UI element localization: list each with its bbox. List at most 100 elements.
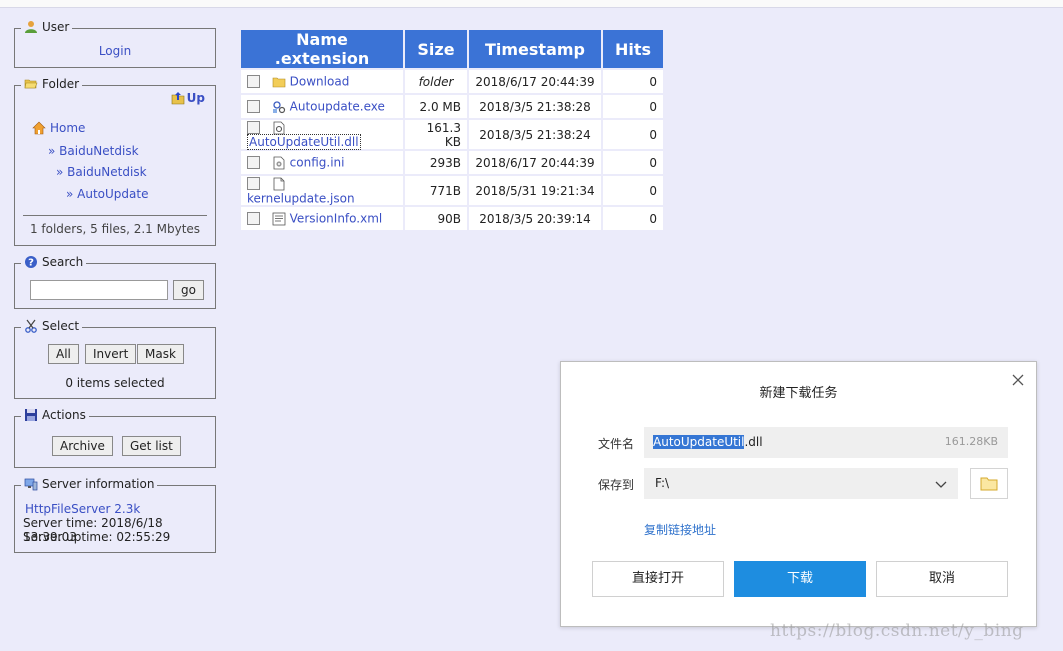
save-location-dropdown[interactable]: F:\	[644, 468, 958, 499]
filename-extension: .dll	[744, 435, 763, 449]
file-name-link[interactable]: AutoUpdateUtil.dll	[247, 134, 361, 150]
save-location-value: F:\	[655, 476, 670, 490]
actions-title-label: Actions	[42, 408, 86, 422]
save-to-label: 保存到	[598, 478, 635, 492]
name-cell: VersionInfo.xml	[241, 207, 403, 230]
column-header-size[interactable]: Size	[405, 30, 467, 68]
timestamp-cell: 2018/5/31 19:21:34	[469, 176, 601, 205]
svg-text:?: ?	[28, 258, 34, 269]
server-title-label: Server information	[42, 477, 155, 491]
file-name-link[interactable]: config.ini	[290, 156, 345, 170]
get-list-button[interactable]: Get list	[122, 436, 181, 456]
table-row: Autoupdate.exe 2.0 MB 2018/3/5 21:38:28 …	[241, 95, 663, 118]
chevron-down-icon	[935, 481, 947, 488]
home-label: Home	[50, 121, 86, 135]
open-directly-button[interactable]: 直接打开	[592, 561, 724, 597]
server-name-link[interactable]: HttpFileServer 2.3k	[25, 502, 140, 516]
csdn-watermark: https://blog.csdn.net/y_bing	[770, 621, 1024, 641]
folder-panel: Folder Up Home » BaiduNetdisk » BaiduNet…	[14, 76, 216, 246]
column-header-hits[interactable]: Hits	[603, 30, 663, 68]
filename-input[interactable]: AutoUpdateUtil.dll 161.28KB	[644, 427, 1008, 458]
timestamp-cell: 2018/3/5 21:38:24	[469, 120, 601, 149]
select-title-label: Select	[42, 319, 80, 333]
home-icon	[32, 121, 46, 135]
mask-button[interactable]: Mask	[137, 344, 184, 364]
row-checkbox[interactable]	[247, 177, 260, 190]
path-item-autoupdate[interactable]: » AutoUpdate	[66, 187, 148, 201]
user-title-label: User	[42, 20, 70, 34]
search-input[interactable]	[30, 280, 168, 300]
login-link[interactable]: Login	[99, 44, 131, 58]
size-value: folder	[418, 74, 454, 89]
name-cell: AutoUpdateUtil.dll	[241, 120, 403, 150]
ini-settings-icon	[273, 156, 285, 170]
search-panel-title: ? Search	[21, 254, 87, 270]
row-checkbox[interactable]	[247, 121, 260, 134]
row-checkbox[interactable]	[247, 75, 260, 89]
home-link[interactable]: Home	[32, 121, 85, 135]
file-name-link[interactable]: kernelupdate.json	[247, 191, 355, 205]
select-all-button[interactable]: All	[48, 344, 79, 364]
search-title-label: Search	[42, 255, 84, 269]
dll-icon	[273, 121, 285, 134]
folder-divider	[23, 215, 207, 216]
dialog-title: 新建下载任务	[759, 386, 838, 401]
table-row: VersionInfo.xml 90B 2018/3/5 20:39:14 0	[241, 207, 663, 230]
folder-up-icon	[171, 92, 184, 105]
selection-status: 0 items selected	[65, 376, 165, 390]
size-cell: 161.3 KB	[405, 120, 467, 149]
size-cell: 293B	[405, 151, 467, 174]
size-cell: folder	[405, 70, 467, 93]
name-cell: Autoupdate.exe	[241, 95, 403, 118]
hits-cell: 0	[603, 120, 663, 149]
filename-value: AutoUpdateUtil.dll	[653, 435, 763, 449]
column-header-name[interactable]: Name .extension	[241, 30, 403, 68]
browser-top-strip	[0, 0, 1063, 8]
file-list-table: Name .extension Size Timestamp Hits Down…	[239, 28, 665, 232]
download-button[interactable]: 下载	[734, 561, 866, 597]
copy-link-address[interactable]: 复制链接地址	[644, 521, 716, 538]
path-item-baidunetdisk-2[interactable]: » BaiduNetdisk	[56, 165, 147, 179]
path-item-baidunetdisk-1[interactable]: » BaiduNetdisk	[48, 144, 139, 158]
open-folder-icon	[24, 79, 38, 89]
file-name-link[interactable]: Autoupdate.exe	[290, 100, 385, 114]
user-panel-title: User	[21, 19, 73, 35]
file-size-label: 161.28KB	[944, 435, 998, 448]
server-icon	[24, 478, 38, 491]
cancel-button[interactable]: 取消	[876, 561, 1008, 597]
file-name-link[interactable]: Download	[290, 75, 350, 89]
up-button[interactable]: Up	[171, 91, 205, 105]
up-label: Up	[186, 91, 205, 105]
table-row: config.ini 293B 2018/6/17 20:44:39 0	[241, 151, 663, 174]
size-cell: 2.0 MB	[405, 95, 467, 118]
archive-button[interactable]: Archive	[52, 436, 113, 456]
hits-cell: 0	[603, 151, 663, 174]
row-checkbox[interactable]	[247, 212, 260, 226]
hits-cell: 0	[603, 176, 663, 205]
close-icon[interactable]	[1010, 372, 1026, 388]
folder-icon	[980, 477, 998, 491]
file-name-link[interactable]: VersionInfo.xml	[290, 212, 383, 226]
save-disk-icon	[25, 409, 37, 421]
search-go-button[interactable]: go	[173, 280, 204, 300]
table-row: AutoUpdateUtil.dll 161.3 KB 2018/3/5 21:…	[241, 120, 663, 150]
column-header-timestamp[interactable]: Timestamp	[469, 30, 601, 68]
timestamp-cell: 2018/3/5 21:38:28	[469, 95, 601, 118]
new-download-task-dialog: 新建下载任务 文件名 AutoUpdateUtil.dll 161.28KB 保…	[560, 361, 1037, 627]
hits-cell: 0	[603, 207, 663, 230]
filename-selected-text: AutoUpdateUtil	[653, 435, 745, 449]
user-panel: User Login	[14, 19, 216, 68]
actions-panel-title: Actions	[21, 407, 89, 423]
filename-label: 文件名	[598, 437, 635, 451]
browse-folder-button[interactable]	[970, 468, 1008, 499]
timestamp-cell: 2018/6/17 20:44:39	[469, 70, 601, 93]
invert-selection-button[interactable]: Invert	[85, 344, 137, 364]
actions-panel: Actions Archive Get list	[14, 407, 216, 468]
folder-panel-title: Folder	[21, 76, 83, 92]
xml-document-icon	[272, 212, 286, 226]
row-checkbox[interactable]	[247, 156, 260, 170]
hits-cell: 0	[603, 95, 663, 118]
row-checkbox[interactable]	[247, 100, 260, 114]
select-panel: Select All Invert Mask 0 items selected	[14, 318, 216, 399]
server-panel-title: Server information	[21, 476, 158, 492]
